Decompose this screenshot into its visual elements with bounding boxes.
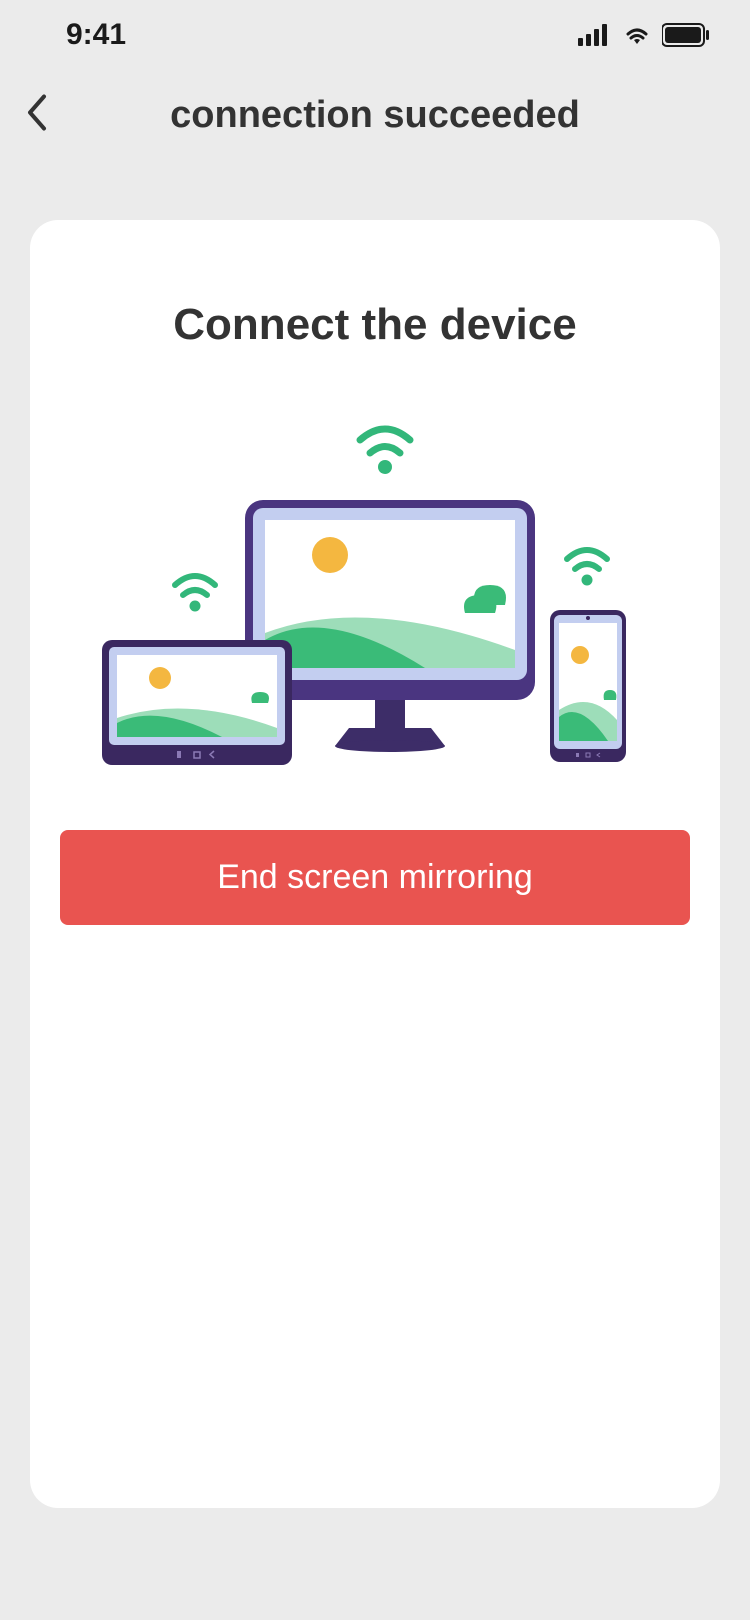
status-bar: 9:41 <box>0 0 750 70</box>
wifi-signal-icon <box>360 429 410 474</box>
status-icons <box>578 23 710 47</box>
mirroring-devices-illustration <box>95 410 655 770</box>
wifi-signal-icon <box>567 550 607 586</box>
cellular-signal-icon <box>578 24 612 46</box>
status-time: 9:41 <box>66 18 126 52</box>
phone-device-icon <box>550 610 626 762</box>
end-mirroring-button[interactable]: End screen mirroring <box>60 830 690 925</box>
main-card: Connect the device <box>30 220 720 1508</box>
page-title: connection succeeded <box>24 94 726 137</box>
wifi-signal-icon <box>175 576 215 612</box>
tablet-device-icon <box>102 640 292 765</box>
chevron-left-icon <box>24 93 48 133</box>
back-button[interactable] <box>24 93 48 138</box>
card-title: Connect the device <box>60 300 690 350</box>
wifi-icon <box>622 24 652 46</box>
battery-icon <box>662 23 710 47</box>
header: connection succeeded <box>0 70 750 160</box>
devices-illustration <box>60 410 690 770</box>
